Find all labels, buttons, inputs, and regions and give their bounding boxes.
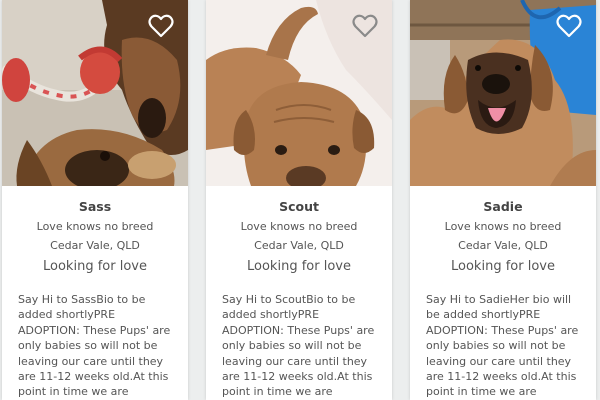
pet-photo-sass[interactable] [2,0,188,186]
pet-bio: Say Hi to ScoutBio to be added shortlyPR… [222,293,375,399]
favorite-heart-icon[interactable] [148,14,174,38]
pet-bio: Say Hi to SassBio to be added shortlyPRE… [18,293,171,399]
pet-name[interactable]: Scout [206,199,392,215]
pet-location: Cedar Vale, QLD [254,239,344,252]
pet-name[interactable]: Sass [2,199,188,215]
favorite-heart-icon[interactable] [556,14,582,38]
pet-card-body: Sadie Love knows no breed Cedar Vale, QL… [410,186,596,400]
pet-tagline: Love knows no breed [444,220,562,233]
pet-card-sass[interactable]: Sass Love knows no breed Cedar Vale, QLD… [2,0,188,400]
pet-location: Cedar Vale, QLD [458,239,548,252]
pet-status: Looking for love [43,259,147,274]
pet-tagline: Love knows no breed [240,220,358,233]
pet-bio: Say Hi to SadieHer bio will be added sho… [426,293,579,399]
pet-photo-scout[interactable] [206,0,392,186]
pet-card-scout[interactable]: Scout Love knows no breed Cedar Vale, QL… [206,0,392,400]
pet-status: Looking for love [451,259,555,274]
pet-card-sadie[interactable]: Sadie Love knows no breed Cedar Vale, QL… [410,0,596,400]
pet-status: Looking for love [247,259,351,274]
pet-card-body: Scout Love knows no breed Cedar Vale, QL… [206,186,392,400]
favorite-heart-icon[interactable] [352,14,378,38]
pet-tagline: Love knows no breed [36,220,154,233]
pet-photo-sadie[interactable] [410,0,596,186]
pet-card-grid: Sass Love knows no breed Cedar Vale, QLD… [0,0,600,400]
pet-name[interactable]: Sadie [410,199,596,215]
pet-card-body: Sass Love knows no breed Cedar Vale, QLD… [2,186,188,400]
pet-location: Cedar Vale, QLD [50,239,140,252]
